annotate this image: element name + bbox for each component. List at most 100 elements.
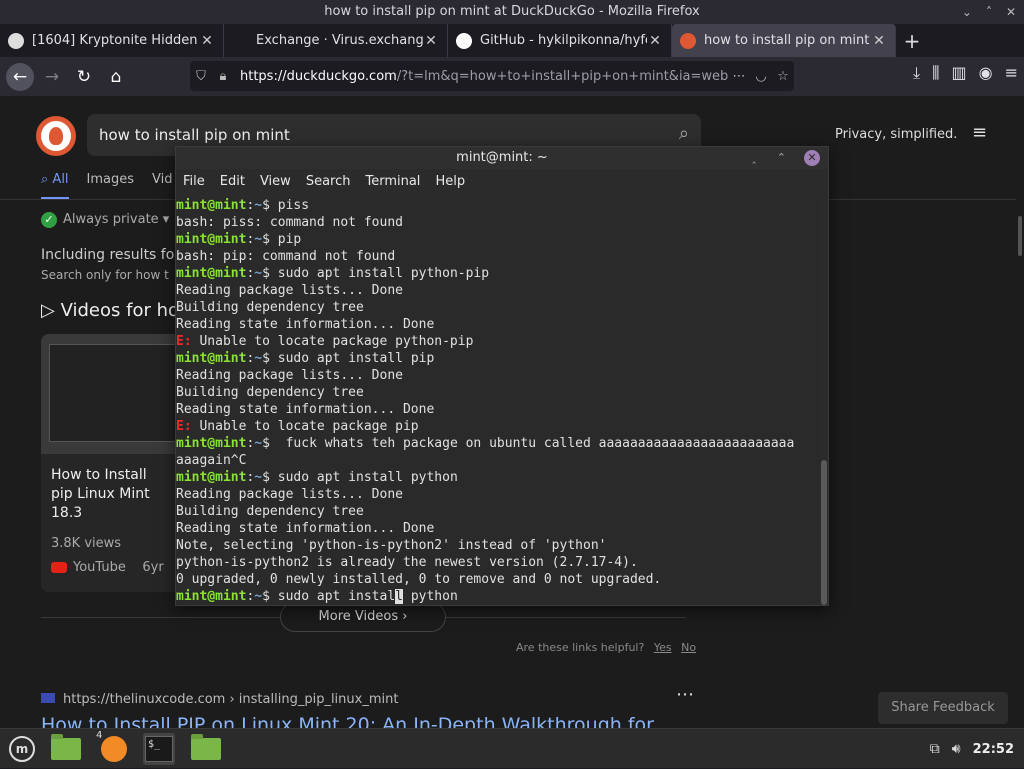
- menu-help[interactable]: Help: [435, 169, 465, 195]
- tab-close-icon[interactable]: ✕: [871, 33, 887, 49]
- terminal-window[interactable]: mint@mint: ~ ‸ ⌃ ✕ File Edit View Search…: [175, 146, 829, 606]
- files-launcher[interactable]: [190, 733, 222, 765]
- more-videos-button[interactable]: More Videos ›: [280, 602, 446, 632]
- helpful-label: Are these links helpful?: [516, 641, 645, 654]
- lock-icon[interactable]: 🔒︎: [212, 69, 234, 84]
- mint-menu-button[interactable]: m: [6, 733, 38, 765]
- terminal-line: mint@mint:~$ piss: [176, 198, 310, 213]
- video-source-label: YouTube: [73, 560, 126, 575]
- prompt-path: ~: [254, 198, 263, 213]
- maximize-icon[interactable]: ˄: [986, 0, 992, 24]
- terminal-line: bash: pip: command not found: [176, 248, 820, 265]
- helpful-no-link[interactable]: No: [681, 641, 696, 654]
- current-input-line[interactable]: mint@mint:~$ sudo apt install python: [176, 588, 820, 605]
- filter-videos[interactable]: Vid: [152, 172, 172, 199]
- output-text: Reading package lists... Done: [176, 283, 403, 298]
- window-titlebar: how to install pip on mint at DuckDuckGo…: [0, 0, 1024, 24]
- home-icon[interactable]: ⌂: [102, 63, 130, 91]
- tab-label: [1604] Kryptonite Hidden S: [32, 33, 199, 48]
- video-card[interactable]: How to Install pip Linux Mint 18.3 3.8K …: [41, 334, 181, 592]
- sidebar-icon[interactable]: ▥: [952, 63, 967, 83]
- prompt-path: ~: [254, 351, 263, 366]
- network-icon[interactable]: ⧉: [930, 741, 940, 757]
- url-bar[interactable]: ⛉ 🔒︎ https://duckduckgo.com/?t=lm&q=how+…: [190, 61, 794, 91]
- terminal-title: mint@mint: ~: [456, 150, 548, 165]
- firefox-launcher[interactable]: 4: [96, 730, 130, 765]
- filter-all[interactable]: ⌕ All: [41, 172, 69, 199]
- result-options-icon[interactable]: ⋯: [676, 684, 694, 705]
- menu-search[interactable]: Search: [306, 169, 351, 195]
- prompt-path: ~: [254, 232, 263, 247]
- terminal-launcher[interactable]: $_: [143, 733, 175, 765]
- terminal-line: E: Unable to locate package python-pip: [176, 333, 820, 350]
- tab-close-icon[interactable]: ✕: [423, 33, 439, 49]
- shield-icon[interactable]: ⛉: [190, 69, 212, 84]
- github-favicon-icon: [456, 32, 472, 49]
- search-icon[interactable]: ⌕: [679, 123, 689, 144]
- tab-close-icon[interactable]: ✕: [647, 33, 663, 49]
- show-desktop-button[interactable]: [50, 733, 82, 765]
- bookmark-star-icon[interactable]: ☆: [772, 69, 794, 84]
- new-tab-plus-icon[interactable]: +: [896, 29, 928, 53]
- helpful-yes-link[interactable]: Yes: [654, 641, 672, 654]
- url-text[interactable]: https://duckduckgo.com/?t=lm&q=how+to+in…: [240, 69, 728, 84]
- result-url[interactable]: https://thelinuxcode.com › installing_pi…: [41, 692, 398, 707]
- volume-icon[interactable]: 🔊︎: [952, 741, 961, 757]
- pocket-icon[interactable]: ◡: [750, 69, 772, 84]
- duckduckgo-logo-icon[interactable]: [36, 116, 76, 156]
- blank-favicon-icon: [232, 33, 248, 49]
- close-icon[interactable]: ✕: [804, 150, 820, 166]
- account-icon[interactable]: ◉: [979, 63, 993, 83]
- result-url-text: https://thelinuxcode.com › installing_pi…: [63, 692, 399, 707]
- share-feedback-button[interactable]: Share Feedback: [878, 692, 1008, 724]
- downloads-icon[interactable]: ⤓: [913, 63, 920, 83]
- terminal-line: Building dependency tree: [176, 384, 820, 401]
- hamburger-menu-icon[interactable]: ≡: [1005, 63, 1018, 83]
- library-icon[interactable]: ⫼: [932, 63, 939, 83]
- forward-arrow-icon[interactable]: →: [38, 63, 66, 91]
- prompt-path: ~: [254, 589, 263, 604]
- result-title[interactable]: How to Install PIP on Linux Mint 20: An …: [41, 714, 654, 728]
- prompt-user: mint@mint: [176, 351, 247, 366]
- terminal-scrollbar[interactable]: [821, 460, 827, 605]
- search-filters: ⌕ All Images Vid: [41, 172, 173, 199]
- minimize-icon[interactable]: ⌄: [962, 0, 972, 24]
- output-text: Building dependency tree: [176, 300, 364, 315]
- linux-mint-icon: m: [9, 736, 35, 762]
- folder-icon: [191, 734, 221, 760]
- tab-virus-exchange[interactable]: Exchange · Virus.exchange ✕: [224, 24, 448, 57]
- tab-duckduckgo[interactable]: how to install pip on mint a ✕: [672, 24, 896, 57]
- filter-images[interactable]: Images: [87, 172, 135, 199]
- close-icon[interactable]: ✕: [1006, 0, 1016, 24]
- reload-icon[interactable]: ↻: [70, 63, 98, 91]
- hamburger-menu-icon[interactable]: ≡: [972, 122, 987, 143]
- menu-terminal[interactable]: Terminal: [365, 169, 420, 195]
- check-icon: ✓: [41, 212, 57, 228]
- tab-close-icon[interactable]: ✕: [199, 33, 215, 49]
- search-only-link[interactable]: Search only for how t: [41, 268, 169, 282]
- terminal-output[interactable]: mint@mint:~$ piss bash: piss: command not…: [176, 197, 820, 605]
- privacy-tagline[interactable]: Privacy, simplified.: [835, 127, 957, 142]
- terminal-line: mint@mint:~$ fuck whats teh package on u…: [176, 436, 795, 451]
- menu-file[interactable]: File: [183, 169, 205, 195]
- video-source: YouTube 6yr: [51, 560, 164, 575]
- output-text: Building dependency tree: [176, 504, 364, 519]
- maximize-icon[interactable]: ⌃: [777, 147, 786, 169]
- minimize-icon[interactable]: ‸: [752, 147, 756, 169]
- always-private-toggle[interactable]: ✓ Always private ▾: [41, 212, 169, 228]
- page-scrollbar[interactable]: [1016, 96, 1024, 728]
- videos-heading[interactable]: ▷ Videos for ho: [41, 300, 179, 321]
- including-results: Including results for: [41, 247, 181, 263]
- video-thumbnail[interactable]: [41, 334, 181, 454]
- tab-kryptonite[interactable]: [1604] Kryptonite Hidden S ✕: [0, 24, 224, 57]
- clock[interactable]: 22:52: [973, 742, 1014, 757]
- menu-edit[interactable]: Edit: [220, 169, 245, 195]
- terminal-titlebar[interactable]: mint@mint: ~ ‸ ⌃ ✕: [176, 147, 828, 169]
- prompt-user: mint@mint: [176, 198, 247, 213]
- menu-view[interactable]: View: [260, 169, 291, 195]
- back-arrow-icon[interactable]: ←: [6, 62, 34, 91]
- command-text: piss: [269, 198, 310, 213]
- video-title[interactable]: How to Install pip Linux Mint 18.3: [41, 454, 181, 523]
- tab-github[interactable]: GitHub - hykilpikonna/hyfe ✕: [448, 24, 672, 57]
- more-actions-icon[interactable]: ⋯: [728, 69, 750, 84]
